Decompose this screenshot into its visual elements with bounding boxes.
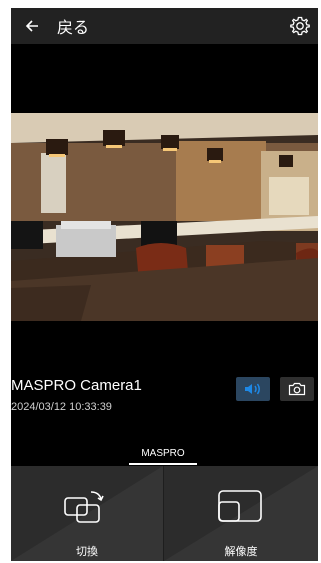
camera-video-feed[interactable] bbox=[11, 113, 318, 321]
gear-icon bbox=[290, 16, 310, 36]
arrow-left-icon bbox=[25, 20, 38, 32]
switch-button[interactable]: 切換 bbox=[11, 466, 163, 561]
switch-camera-icon bbox=[64, 491, 104, 523]
back-label: 戻る bbox=[57, 20, 90, 37]
speaker-icon bbox=[245, 383, 260, 395]
resolution-icon bbox=[218, 490, 262, 522]
camera-timestamp: 2024/03/12 10:33:39 bbox=[11, 401, 112, 413]
audio-button[interactable] bbox=[236, 377, 270, 401]
snapshot-button[interactable] bbox=[280, 377, 314, 401]
settings-button[interactable] bbox=[288, 14, 312, 38]
resolution-button[interactable]: 解像度 bbox=[164, 466, 318, 561]
tab-maspro[interactable]: MASPRO bbox=[129, 448, 197, 464]
office-scene-image bbox=[11, 113, 318, 321]
header-bar: 戻る bbox=[11, 8, 318, 44]
back-button[interactable]: 戻る bbox=[15, 8, 105, 44]
switch-label: 切換 bbox=[76, 546, 98, 558]
camera-name: MASPRO Camera1 bbox=[11, 377, 142, 394]
camera-icon bbox=[288, 382, 306, 396]
resolution-label: 解像度 bbox=[224, 546, 258, 558]
bottom-action-bar: 切換 解像度 bbox=[11, 466, 318, 561]
tab-active-indicator bbox=[129, 463, 197, 465]
app-screen: 戻る MASPRO Camera1 2024/03/12 10:33:39 MA… bbox=[11, 8, 318, 561]
